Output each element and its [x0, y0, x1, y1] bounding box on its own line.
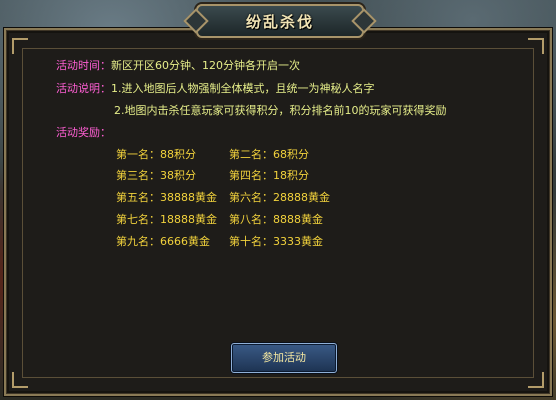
reward-item-9: 第九名：6666黄金 [116, 235, 210, 248]
reward-item-3: 第三名：38积分 [116, 169, 196, 182]
reward-item-4: 第四名：18积分 [229, 169, 309, 182]
reward-row: 活动奖励： [56, 124, 111, 140]
time-label: 活动时间： [56, 59, 111, 72]
corner-ornament [528, 372, 544, 388]
desc-label: 活动说明： [56, 82, 111, 95]
dialog-title: 纷乱杀伐 [245, 13, 314, 31]
desc-row: 活动说明：1.进入地图后人物强制全体模式，且统一为神秘人名字 [56, 80, 375, 96]
reward-item-1: 第一名：88积分 [116, 148, 196, 161]
title-plate: 纷乱杀伐 [196, 4, 364, 38]
join-event-button[interactable]: 参加活动 [231, 343, 337, 373]
reward-item-5: 第五名：38888黄金 [116, 191, 217, 204]
time-row: 活动时间：新区开区60分钟、120分钟各开启一次 [56, 57, 300, 73]
reward-item-6: 第六名：28888黄金 [229, 191, 330, 204]
reward-item-2: 第二名：68积分 [229, 148, 309, 161]
reward-label: 活动奖励： [56, 126, 111, 139]
desc-line-2: 2.地图内击杀任意玩家可获得积分，积分排名前10的玩家可获得奖励 [114, 104, 447, 117]
reward-item-7: 第七名：18888黄金 [116, 213, 217, 226]
reward-item-8: 第八名：8888黄金 [229, 213, 323, 226]
time-value: 新区开区60分钟、120分钟各开启一次 [111, 59, 300, 72]
corner-ornament [12, 38, 28, 54]
desc-row-2: 2.地图内击杀任意玩家可获得积分，积分排名前10的玩家可获得奖励 [114, 102, 447, 118]
corner-ornament [528, 38, 544, 54]
reward-item-10: 第十名：3333黄金 [229, 235, 323, 248]
desc-line-1: 1.进入地图后人物强制全体模式，且统一为神秘人名字 [111, 82, 375, 95]
corner-ornament [12, 372, 28, 388]
